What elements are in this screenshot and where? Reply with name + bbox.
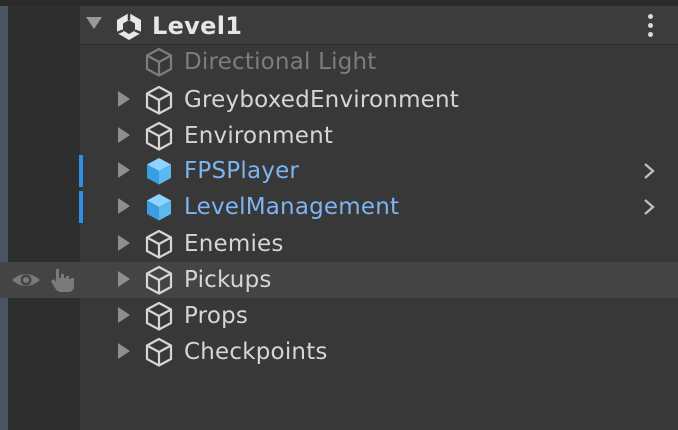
gameobject-cube-icon bbox=[145, 265, 173, 295]
item-label: Checkpoints bbox=[184, 339, 328, 365]
chevron-right-icon[interactable] bbox=[638, 195, 660, 219]
expand-arrow-icon[interactable] bbox=[118, 162, 130, 178]
gameobject-cube-icon bbox=[145, 301, 173, 331]
expand-arrow-icon[interactable] bbox=[118, 91, 130, 107]
gameobject-cube-icon bbox=[145, 229, 173, 259]
chevron-right-icon[interactable] bbox=[638, 159, 660, 183]
expand-arrow-icon[interactable] bbox=[118, 198, 130, 214]
prefab-cube-icon bbox=[147, 194, 171, 221]
gameobject-cube-icon bbox=[145, 47, 173, 77]
scene-header[interactable]: Level1 bbox=[80, 6, 678, 45]
unity-scene-icon bbox=[116, 13, 142, 40]
kebab-menu-icon[interactable] bbox=[648, 14, 654, 40]
expand-arrow-icon[interactable] bbox=[118, 235, 130, 251]
hierarchy-item-pickups[interactable]: Pickups bbox=[0, 262, 678, 298]
expand-arrow-icon[interactable] bbox=[118, 343, 130, 359]
override-marker bbox=[79, 191, 83, 223]
expand-arrow-icon[interactable] bbox=[118, 271, 130, 287]
hierarchy-item-enemies[interactable]: Enemies bbox=[0, 226, 678, 262]
expand-arrow-icon[interactable] bbox=[118, 127, 130, 143]
hierarchy-item-fpsplayer[interactable]: FPSPlayer bbox=[0, 153, 678, 189]
prefab-cube-icon bbox=[147, 158, 171, 185]
gameobject-cube-icon bbox=[145, 121, 173, 151]
gameobject-cube-icon bbox=[145, 85, 173, 115]
item-label: GreyboxedEnvironment bbox=[184, 87, 460, 113]
gameobject-cube-icon bbox=[145, 337, 173, 367]
hierarchy-item-props[interactable]: Props bbox=[0, 298, 678, 334]
item-label: Environment bbox=[184, 123, 334, 149]
item-label: LevelManagement bbox=[184, 194, 400, 220]
item-label: Enemies bbox=[184, 231, 284, 257]
item-label: Props bbox=[184, 303, 249, 329]
item-label: FPSPlayer bbox=[184, 158, 300, 184]
override-marker bbox=[79, 155, 83, 187]
item-label: Directional Light bbox=[184, 49, 377, 75]
visibility-eye-icon[interactable] bbox=[10, 268, 42, 292]
item-label: Pickups bbox=[184, 267, 272, 293]
scene-title: Level1 bbox=[152, 12, 243, 40]
hierarchy-item-levelmanagement[interactable]: LevelManagement bbox=[0, 189, 678, 225]
expand-arrow-icon[interactable] bbox=[118, 307, 130, 323]
hierarchy-item-checkpoints[interactable]: Checkpoints bbox=[0, 334, 678, 370]
pickable-hand-icon[interactable] bbox=[48, 266, 76, 294]
hierarchy-item-greyboxedenvironment[interactable]: GreyboxedEnvironment bbox=[0, 82, 678, 118]
scene-foldout-arrow-icon[interactable] bbox=[86, 17, 102, 29]
hierarchy-item-environment[interactable]: Environment bbox=[0, 118, 678, 154]
hierarchy-item-directional-light[interactable]: Directional Light bbox=[0, 44, 678, 80]
